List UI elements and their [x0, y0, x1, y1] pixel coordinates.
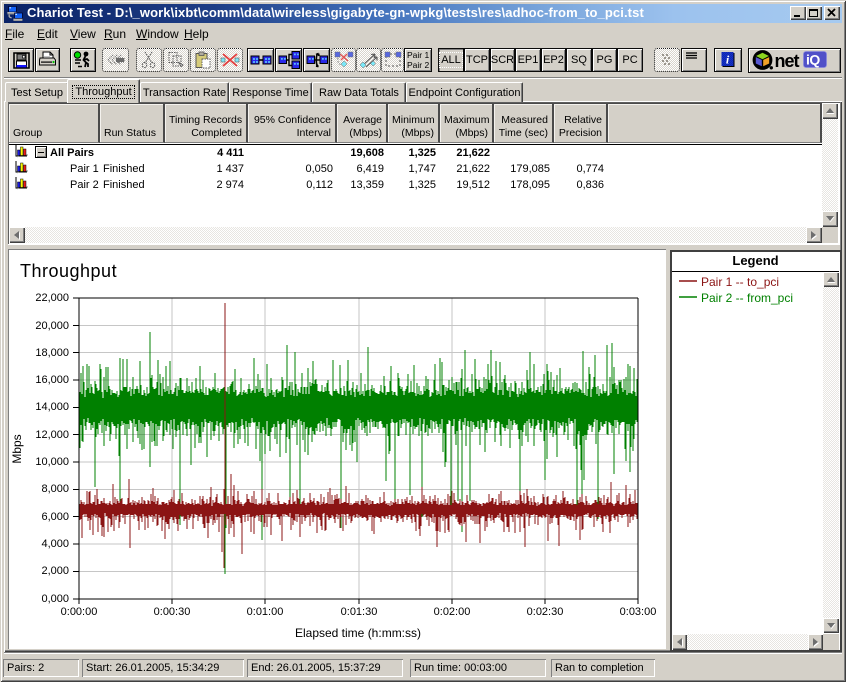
svg-text:iQ: iQ: [806, 52, 820, 68]
svg-text:net: net: [775, 51, 800, 71]
